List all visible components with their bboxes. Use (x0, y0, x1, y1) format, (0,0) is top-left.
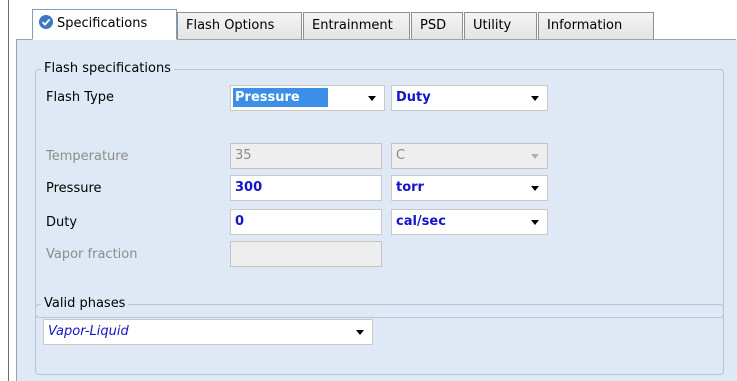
selected-value: Vapor-Liquid (48, 324, 129, 339)
duty-input[interactable]: 0 (230, 209, 382, 235)
pressure-input[interactable]: 300 (230, 175, 382, 201)
flash-type-1-dropdown[interactable]: Pressure (230, 85, 385, 111)
selected-value: Pressure (233, 88, 328, 107)
temperature-label: Temperature (46, 149, 129, 164)
field-value: C (396, 148, 406, 163)
tab-psd[interactable]: PSD (411, 12, 463, 39)
temperature-input: 35 (230, 143, 382, 169)
chevron-down-icon (531, 154, 539, 159)
field-value: cal/sec (396, 214, 446, 229)
duty-unit-dropdown[interactable]: cal/sec (391, 209, 548, 235)
tab-information[interactable]: Information (538, 12, 654, 39)
valid-phases-dropdown[interactable]: Vapor-Liquid (43, 319, 373, 345)
group-title: Valid phases (41, 296, 129, 312)
field-value: torr (396, 180, 424, 195)
tab-label: Utility (473, 18, 512, 33)
chevron-down-icon (368, 96, 376, 101)
field-value: 35 (235, 148, 252, 163)
temperature-unit-dropdown: C (391, 143, 548, 169)
vapor-fraction-label: Vapor fraction (46, 247, 138, 262)
check-circle-icon (39, 15, 53, 29)
vapor-fraction-input (230, 241, 382, 267)
tab-label: PSD (420, 18, 447, 33)
tab-label: Specifications (57, 16, 148, 31)
field-value: 0 (235, 214, 245, 229)
selected-value: Duty (396, 90, 431, 105)
tab-utility[interactable]: Utility (464, 12, 537, 39)
tab-flash-options[interactable]: Flash Options (177, 12, 302, 39)
chevron-down-icon (531, 186, 539, 191)
chevron-down-icon (531, 220, 539, 225)
chevron-down-icon (531, 96, 539, 101)
tab-label: Flash Options (186, 18, 275, 33)
pressure-unit-dropdown[interactable]: torr (391, 175, 548, 201)
window-left-border (8, 0, 9, 381)
flash-type-2-dropdown[interactable]: Duty (391, 85, 548, 111)
tab-label: Information (547, 18, 623, 33)
tab-specifications[interactable]: Specifications (32, 9, 177, 40)
tab-entrainment[interactable]: Entrainment (303, 12, 410, 39)
field-value: 300 (235, 180, 263, 195)
tab-label: Entrainment (312, 18, 393, 33)
duty-label: Duty (46, 215, 78, 230)
specifications-panel: Flash specifications Flash Type Pressure… (16, 40, 737, 381)
pressure-label: Pressure (46, 181, 102, 196)
chevron-down-icon (356, 330, 364, 335)
flash-type-label: Flash Type (46, 90, 115, 105)
group-title: Flash specifications (41, 61, 174, 77)
